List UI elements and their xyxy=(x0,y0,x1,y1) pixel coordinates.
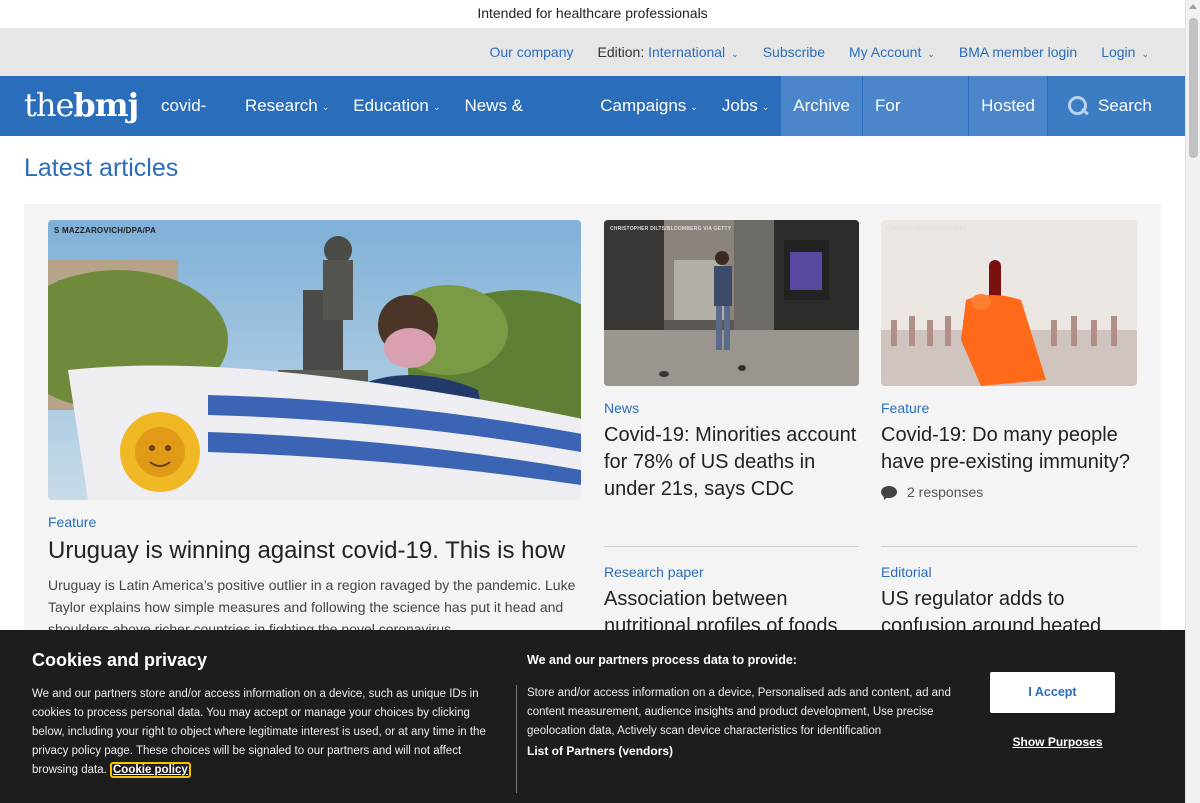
article-card-immunity[interactable]: CHRISTOPHER RUSSO/FLICKR Feature Covid-1… xyxy=(881,220,1137,500)
cookie-banner-title: Cookies and privacy xyxy=(32,650,208,670)
nav-item-for-authors[interactable]: For authors xyxy=(862,76,970,175)
chevron-down-icon: ⌄ xyxy=(761,101,770,112)
nav-item-jobs[interactable]: Jobs ⌄ xyxy=(710,76,781,136)
image-credit: CHRISTOPHER DILTS/BLOOMBERG VIA GETTY xyxy=(610,226,732,232)
accept-cookies-button[interactable]: I Accept xyxy=(990,672,1115,713)
cookie-policy-link[interactable]: Cookie policy xyxy=(110,762,191,778)
uruguay-flag-photo xyxy=(48,220,581,500)
nav-item-hosted[interactable]: Hosted xyxy=(969,76,1048,136)
featured-article-image[interactable]: S MAZZAROVICH/DPA/PA xyxy=(48,220,581,500)
nav-item-label: Research xyxy=(244,96,318,115)
search-button[interactable]: Search xyxy=(1047,76,1185,136)
article-divider xyxy=(604,546,859,547)
article-kicker[interactable]: News xyxy=(604,400,859,416)
nav-item-label: Jobs xyxy=(721,96,758,115)
data-processing-description: Store and/or access information on a dev… xyxy=(527,687,951,737)
article-kicker[interactable]: Feature xyxy=(48,514,581,530)
cookie-banner-text: We and our partners store and/or access … xyxy=(32,688,486,776)
image-credit: CHRISTOPHER RUSSO/FLICKR xyxy=(887,226,967,232)
chevron-down-icon: ⌄ xyxy=(432,101,441,112)
nav-item-campaigns[interactable]: Campaigns ⌄ xyxy=(588,76,710,136)
edition-value[interactable]: International xyxy=(648,44,725,60)
subscribe-link[interactable]: Subscribe xyxy=(763,44,825,60)
chevron-down-icon: ⌄ xyxy=(321,101,330,112)
chevron-down-icon: ⌄ xyxy=(1141,49,1149,59)
article-kicker[interactable]: Feature xyxy=(881,400,1137,416)
our-company-link[interactable]: Our company xyxy=(489,44,573,60)
main-navigation: thebmj covid-19 Research ⌄ Education ⌄ New… xyxy=(0,76,1185,175)
edition-label: Edition: xyxy=(597,44,645,60)
article-kicker[interactable]: Editorial xyxy=(881,564,1137,580)
latest-articles-heading: Latest articles xyxy=(24,154,179,182)
nav-item-label: Education xyxy=(353,96,429,115)
article-card-regulator[interactable]: Editorial US regulator adds to confusion… xyxy=(881,550,1137,640)
nav-item-archive[interactable]: Archive xyxy=(781,76,863,136)
show-purposes-button[interactable]: Show Purposes xyxy=(990,735,1125,749)
scroll-up-icon[interactable] xyxy=(1189,4,1197,9)
chevron-down-icon: ⌄ xyxy=(927,49,935,59)
comment-icon xyxy=(881,486,897,498)
article-card-minorities[interactable]: CHRISTOPHER DILTS/BLOOMBERG VIA GETTY Ne… xyxy=(604,220,859,503)
list-of-partners-link[interactable]: List of Partners (vendors) xyxy=(527,744,673,758)
login-label: Login xyxy=(1101,44,1136,60)
responses-link[interactable]: 2 responses xyxy=(881,484,1137,500)
bma-member-login-link[interactable]: BMA member login xyxy=(959,44,1077,60)
chevron-down-icon: ⌄ xyxy=(690,101,698,112)
article-divider xyxy=(881,546,1137,547)
login-menu[interactable]: Login ⌄ xyxy=(1101,44,1149,60)
utility-bar: Our company Edition: International ⌄ Subs… xyxy=(0,28,1185,76)
nav-item-research[interactable]: Research ⌄ xyxy=(233,76,341,136)
edition-selector[interactable]: Edition: International ⌄ xyxy=(598,44,739,60)
featured-article[interactable]: S MAZZAROVICH/DPA/PA Feature Uruguay is … xyxy=(48,220,581,640)
data-processing-title: We and our partners process data to prov… xyxy=(527,653,797,667)
cookie-consent-banner: Cookies and privacy We and our partners … xyxy=(0,630,1185,803)
chevron-down-icon: ⌄ xyxy=(731,49,739,59)
my-account-menu[interactable]: My Account ⌄ xyxy=(849,44,935,60)
article-kicker[interactable]: Research paper xyxy=(604,564,859,580)
logo-the: the xyxy=(24,86,74,124)
article-title[interactable]: Covid-19: Minorities account for 78% of … xyxy=(604,422,859,503)
street-photo xyxy=(604,220,859,386)
chevron-down-icon: ⌄ xyxy=(513,161,522,172)
nav-item-label: Campaigns xyxy=(600,96,687,115)
logo-bmj: bmj xyxy=(73,86,139,124)
image-credit: S MAZZAROVICH/DPA/PA xyxy=(54,226,156,235)
healthcare-notice: Intended for healthcare professionals xyxy=(0,0,1185,28)
my-account-label: My Account xyxy=(848,44,922,60)
responses-count: 2 responses xyxy=(907,484,984,500)
bmj-logo[interactable]: thebmj xyxy=(24,86,139,124)
search-label: Search xyxy=(1097,96,1152,115)
article-image[interactable]: CHRISTOPHER RUSSO/FLICKR xyxy=(881,220,1137,386)
blood-sample-photo xyxy=(881,220,1137,386)
nav-item-education[interactable]: Education ⌄ xyxy=(341,76,452,136)
scrollbar-thumb[interactable] xyxy=(1189,18,1198,158)
cookie-banner-body: We and our partners store and/or access … xyxy=(32,685,502,780)
page-scrollbar[interactable] xyxy=(1185,0,1200,803)
cookie-banner-divider xyxy=(516,685,517,793)
article-title[interactable]: Uruguay is winning against covid-19. Thi… xyxy=(48,536,581,566)
search-icon xyxy=(1067,96,1088,116)
article-card-nutrition[interactable]: Research paper Association between nutri… xyxy=(604,550,859,640)
nav-item-covid-19[interactable]: covid-19 xyxy=(149,76,233,175)
article-image[interactable]: CHRISTOPHER DILTS/BLOOMBERG VIA GETTY xyxy=(604,220,859,386)
article-title[interactable]: Covid-19: Do many people have pre-existi… xyxy=(881,422,1137,476)
nav-item-news-views[interactable]: News & Views ⌄ xyxy=(452,76,588,175)
